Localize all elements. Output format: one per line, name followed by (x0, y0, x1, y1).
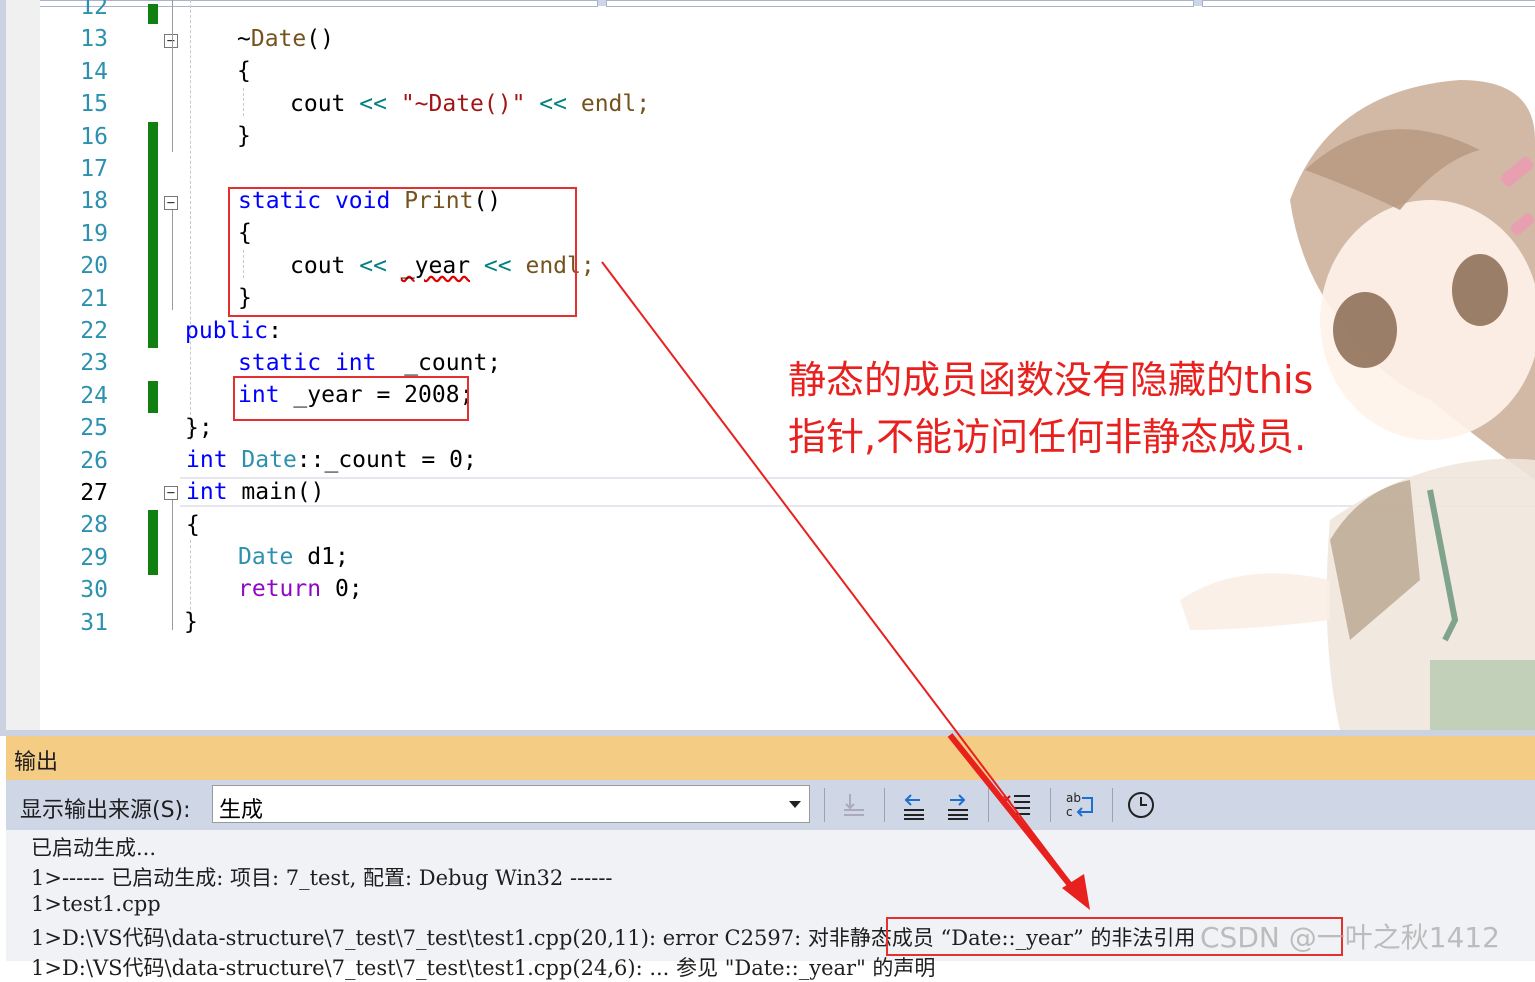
annotation-arrow (601, 261, 1090, 910)
